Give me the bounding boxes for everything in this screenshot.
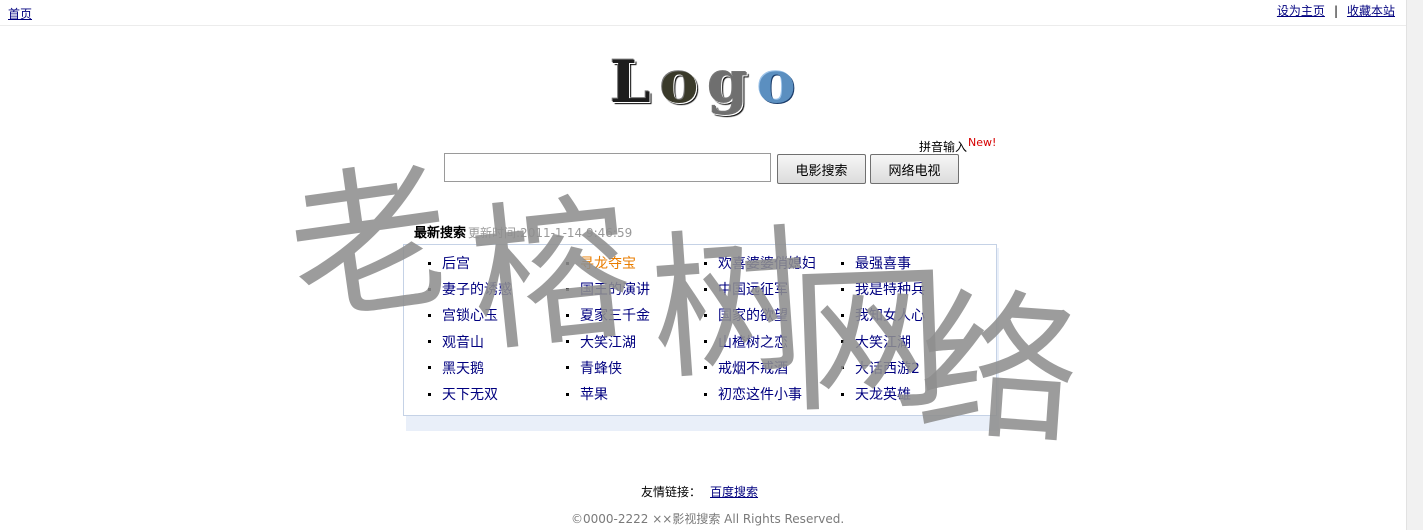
home-link[interactable]: 首页	[8, 5, 32, 22]
bullet-icon	[841, 261, 844, 265]
top-bar: 首页 设为主页 | 收藏本站	[0, 0, 1406, 26]
latest-search-item: 最强喜事	[841, 250, 978, 276]
bullet-icon	[704, 392, 707, 396]
latest-search-link[interactable]: 苹果	[580, 384, 608, 404]
latest-search-item: 青蜂侠	[566, 355, 704, 381]
latest-search-item: 苹果	[566, 381, 704, 407]
latest-search-link[interactable]: 我知女人心	[855, 305, 925, 325]
friend-links-label: 友情链接：	[641, 485, 702, 499]
new-badge: New!	[968, 136, 997, 149]
latest-search-item: 中国远征军	[704, 276, 841, 302]
latest-search-item: 戒烟不戒酒	[704, 355, 841, 381]
latest-search-link[interactable]: 后宫	[442, 253, 470, 273]
latest-search-item: 寻龙夺宝	[566, 250, 704, 276]
bullet-icon	[428, 261, 431, 265]
bullet-icon	[566, 392, 569, 396]
latest-search-link[interactable]: 青蜂侠	[580, 358, 622, 378]
search-input[interactable]	[444, 153, 771, 182]
latest-search-item: 国王的演讲	[566, 276, 704, 302]
baidu-search-link[interactable]: 百度搜索	[710, 485, 758, 499]
latest-search-title: 最新搜索	[414, 226, 467, 241]
latest-search-link[interactable]: 初恋这件小事	[718, 384, 802, 404]
latest-search-grid: 后宫 寻龙夺宝 欢喜婆婆俏媳妇 最强喜事妻子的诱惑 国王的演讲 中国远征军 我是特种兵宫锁心…	[428, 250, 978, 407]
latest-search-link[interactable]: 宫锁心玉	[442, 305, 498, 325]
web-tv-button[interactable]: 网络电视	[870, 154, 959, 184]
latest-search-item: 山楂树之恋	[704, 329, 841, 355]
vertical-scrollbar[interactable]	[1406, 0, 1423, 530]
bullet-icon	[704, 366, 707, 370]
bullet-icon	[704, 340, 707, 344]
latest-search-link[interactable]: 中国远征军	[718, 279, 788, 299]
logo-letter: g	[707, 48, 758, 116]
update-time: 更新时间:2011-1-14 9:46:59	[468, 226, 633, 240]
latest-search-link[interactable]: 观音山	[442, 332, 484, 352]
bullet-icon	[566, 366, 569, 370]
latest-search-item: 大笑江湖	[566, 329, 704, 355]
bullet-icon	[428, 366, 431, 370]
latest-search-item: 大话西游2	[841, 355, 978, 381]
bullet-icon	[566, 340, 569, 344]
movie-search-button[interactable]: 电影搜索	[777, 154, 866, 184]
latest-search-link[interactable]: 妻子的诱惑	[442, 279, 512, 299]
latest-search-item: 初恋这件小事	[704, 381, 841, 407]
pinyin-input-link[interactable]: 拼音输入New!	[919, 136, 996, 155]
latest-search-item: 大笑江湖	[841, 329, 978, 355]
bullet-icon	[428, 392, 431, 396]
bullet-icon	[841, 313, 844, 317]
latest-search-item: 后宫	[428, 250, 566, 276]
set-homepage-link[interactable]: 设为主页	[1277, 4, 1325, 18]
latest-search-item: 黑天鹅	[428, 355, 566, 381]
bullet-icon	[428, 287, 431, 291]
logo-letter: o	[757, 48, 805, 116]
pinyin-input-label: 拼音输入	[919, 140, 968, 154]
latest-search-link[interactable]: 国家的欲望	[718, 305, 788, 325]
bullet-icon	[566, 287, 569, 291]
latest-search-item: 夏家三千金	[566, 302, 704, 328]
latest-search-link[interactable]: 戒烟不戒酒	[718, 358, 788, 378]
latest-search-link[interactable]: 天龙英雄	[855, 384, 911, 404]
latest-search-link[interactable]: 国王的演讲	[580, 279, 650, 299]
latest-search-item: 观音山	[428, 329, 566, 355]
latest-search-link[interactable]: 山楂树之恋	[718, 332, 788, 352]
bookmark-link[interactable]: 收藏本站	[1347, 4, 1395, 18]
latest-search-link[interactable]: 大笑江湖	[580, 332, 636, 352]
bullet-icon	[704, 261, 707, 265]
friend-links: 友情链接： 百度搜索	[641, 483, 758, 500]
bullet-icon	[428, 340, 431, 344]
latest-search-link[interactable]: 夏家三千金	[580, 305, 650, 325]
latest-search-link[interactable]: 最强喜事	[855, 253, 911, 273]
latest-search-link[interactable]: 天下无双	[442, 384, 498, 404]
latest-search-item: 妻子的诱惑	[428, 276, 566, 302]
latest-search-item: 我是特种兵	[841, 276, 978, 302]
latest-search-item: 天下无双	[428, 381, 566, 407]
latest-search-link[interactable]: 寻龙夺宝	[580, 253, 636, 273]
copyright: ©0000-2222 ××影视搜索 All Rights Reserved.	[571, 512, 845, 526]
latest-search-link[interactable]: 大话西游2	[855, 358, 920, 378]
latest-search-item: 宫锁心玉	[428, 302, 566, 328]
latest-search-item: 天龙英雄	[841, 381, 978, 407]
site-logo: L o g o	[610, 48, 805, 116]
latest-search-box: 后宫 寻龙夺宝 欢喜婆婆俏媳妇 最强喜事妻子的诱惑 国王的演讲 中国远征军 我是特种兵宫锁心…	[403, 244, 997, 416]
latest-search-item: 国家的欲望	[704, 302, 841, 328]
bullet-icon	[704, 313, 707, 317]
top-right-links: 设为主页 | 收藏本站	[1277, 2, 1395, 19]
bullet-icon	[841, 287, 844, 291]
latest-search-header: 最新搜索 更新时间:2011-1-14 9:46:59	[414, 222, 632, 241]
latest-search-item: 欢喜婆婆俏媳妇	[704, 250, 841, 276]
latest-search-link[interactable]: 大笑江湖	[855, 332, 911, 352]
bullet-icon	[566, 261, 569, 265]
bullet-icon	[428, 313, 431, 317]
bullet-icon	[841, 392, 844, 396]
latest-search-link[interactable]: 黑天鹅	[442, 358, 484, 378]
bullet-icon	[566, 313, 569, 317]
logo-letter: L	[610, 48, 660, 116]
link-separator: |	[1333, 4, 1338, 18]
latest-search-item: 我知女人心	[841, 302, 978, 328]
bullet-icon	[841, 340, 844, 344]
logo-letter: o	[659, 48, 708, 116]
latest-search-link[interactable]: 我是特种兵	[855, 279, 925, 299]
latest-search-link[interactable]: 欢喜婆婆俏媳妇	[718, 253, 816, 273]
bullet-icon	[704, 287, 707, 291]
bullet-icon	[841, 366, 844, 370]
